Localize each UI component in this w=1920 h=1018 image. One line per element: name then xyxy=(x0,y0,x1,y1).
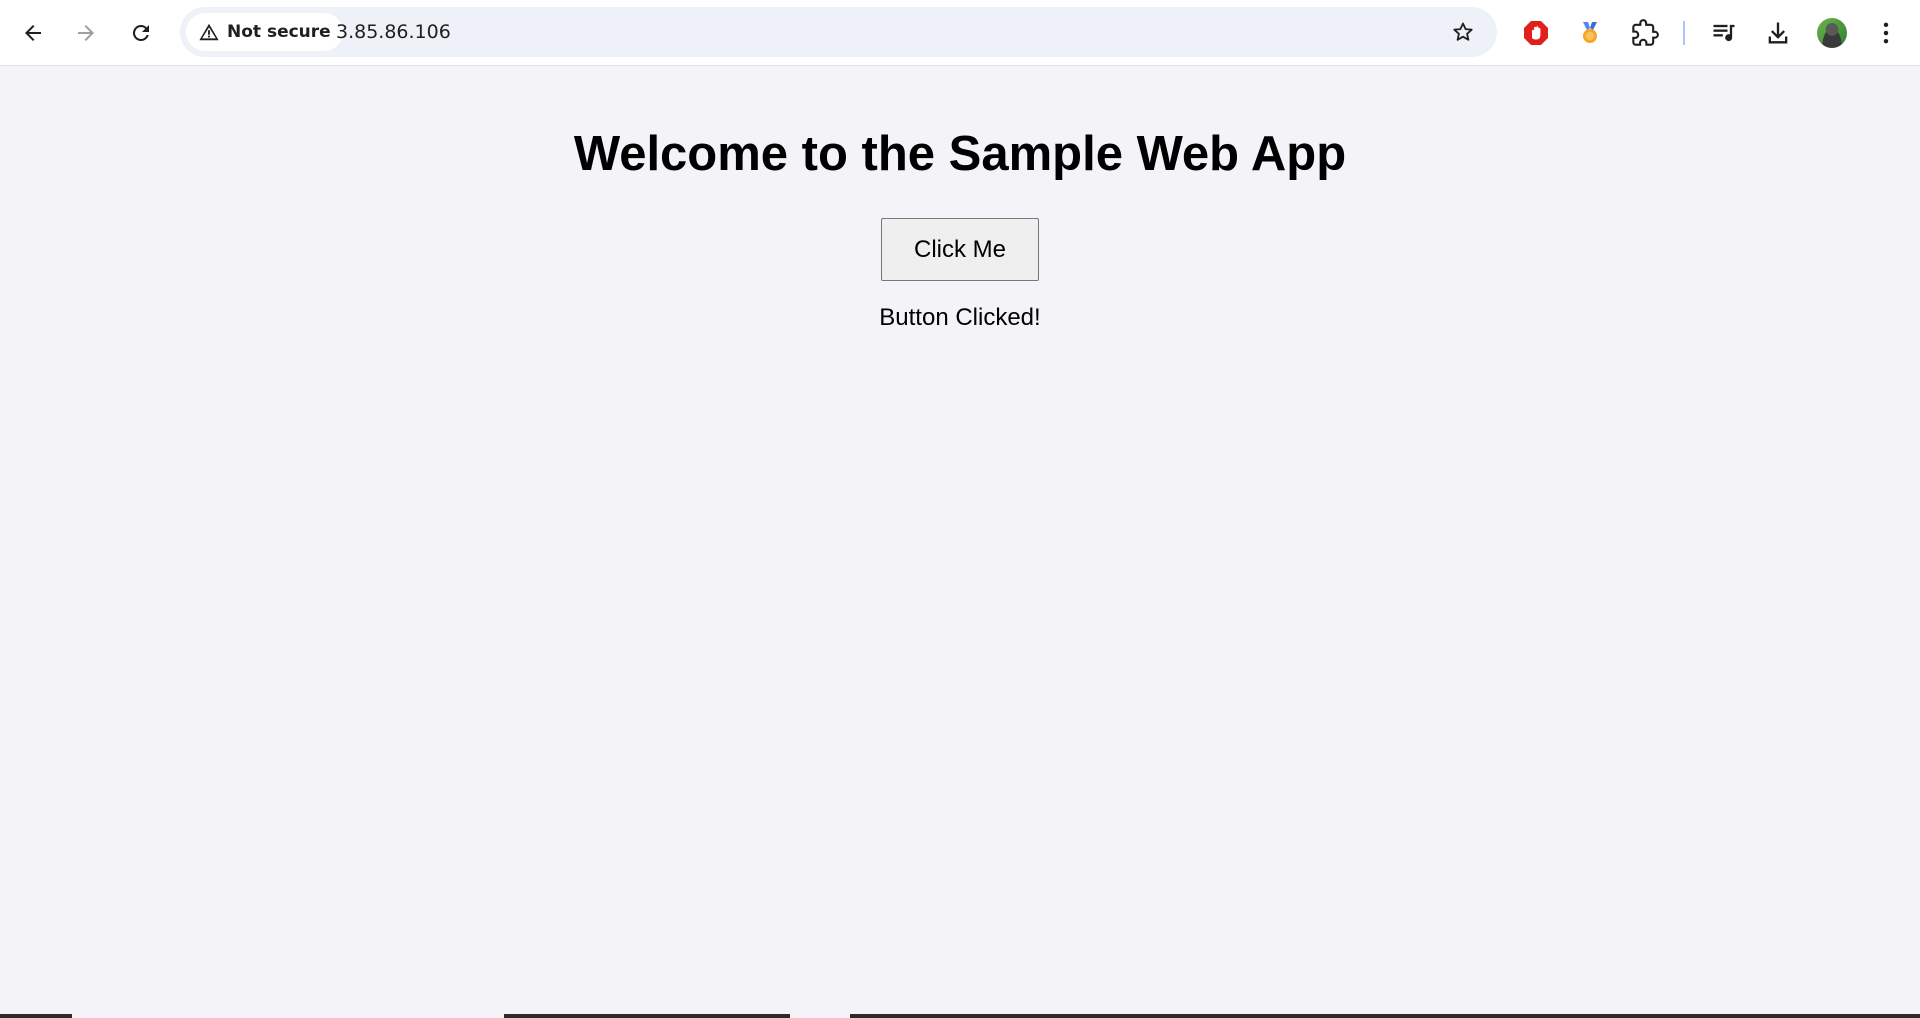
page-heading: Welcome to the Sample Web App xyxy=(573,127,1347,181)
adblock-extension-button[interactable] xyxy=(1514,11,1558,55)
address-bar[interactable]: Not secure 3.85.86.106 xyxy=(180,7,1497,57)
avatar xyxy=(1817,18,1847,48)
forward-arrow-icon xyxy=(78,25,94,41)
star-icon xyxy=(1453,22,1473,41)
page-content: Welcome to the Sample Web App Click Me B… xyxy=(0,66,1920,1018)
taskbar-edge xyxy=(504,1014,790,1018)
profile-button[interactable] xyxy=(1810,11,1854,55)
taskbar-edge xyxy=(0,1014,72,1018)
puzzle-piece-icon xyxy=(1632,19,1659,46)
reload-button[interactable] xyxy=(119,11,163,55)
downloads-button[interactable] xyxy=(1756,11,1800,55)
extensions-button[interactable] xyxy=(1623,11,1667,55)
browser-toolbar: Not secure 3.85.86.106 xyxy=(0,0,1920,66)
warning-icon xyxy=(199,23,219,41)
result-message: Button Clicked! xyxy=(879,304,1041,331)
download-icon xyxy=(1768,22,1788,44)
back-button[interactable] xyxy=(11,11,55,55)
security-indicator[interactable]: Not secure xyxy=(186,13,343,51)
rewards-extension-button[interactable] xyxy=(1568,11,1612,55)
click-me-button[interactable]: Click Me xyxy=(881,218,1039,281)
taskbar-edge xyxy=(850,1014,1920,1018)
media-control-button[interactable] xyxy=(1702,11,1746,55)
security-label: Not secure xyxy=(227,22,331,42)
stop-hand-icon xyxy=(1524,21,1548,45)
menu-button[interactable] xyxy=(1864,11,1908,55)
toolbar-divider xyxy=(1683,21,1685,45)
medal-icon xyxy=(1583,22,1597,43)
back-arrow-icon xyxy=(25,25,41,41)
bookmark-button[interactable] xyxy=(1445,14,1481,50)
three-dot-menu-icon xyxy=(1883,22,1889,44)
forward-button[interactable] xyxy=(64,11,108,55)
url-text[interactable]: 3.85.86.106 xyxy=(336,7,451,57)
media-queue-icon xyxy=(1713,24,1735,42)
reload-icon xyxy=(132,24,149,41)
